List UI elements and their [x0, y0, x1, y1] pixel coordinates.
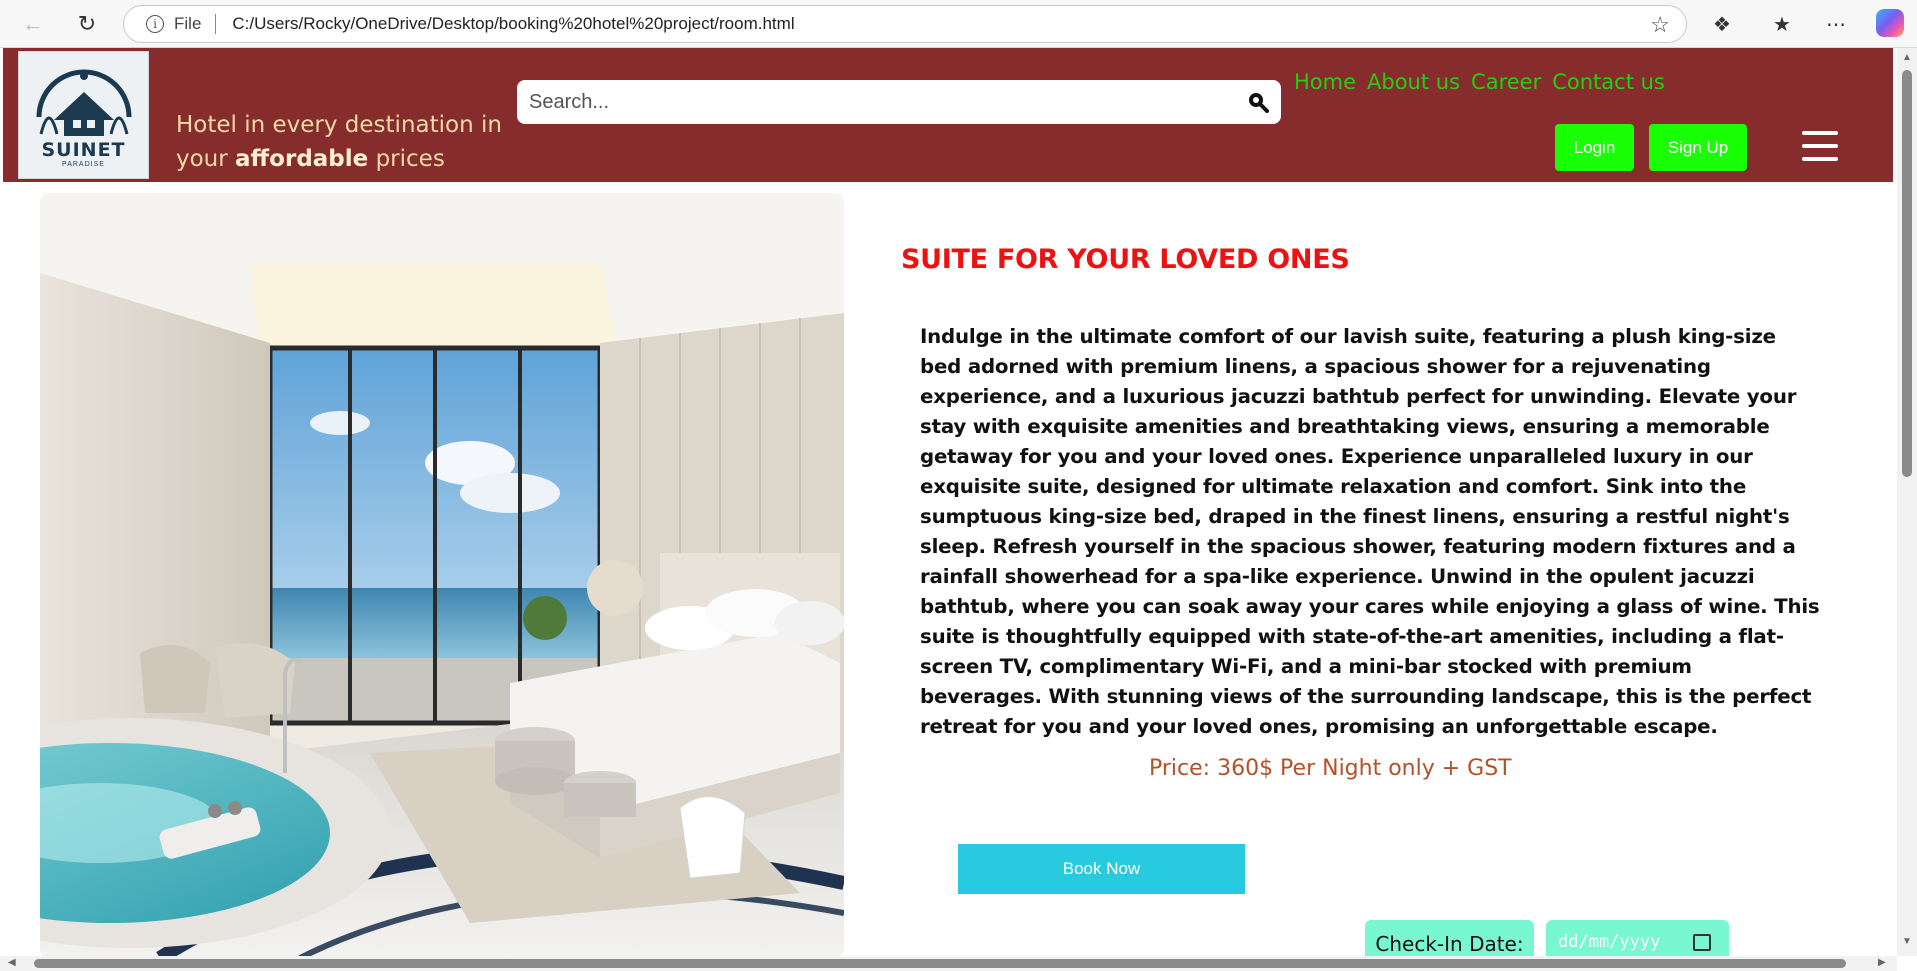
room-description: Indulge in the ultimate comfort of our l…: [920, 325, 1820, 738]
scroll-down-arrow-icon[interactable]: ▼: [1902, 936, 1912, 947]
reload-icon[interactable]: ↻: [71, 8, 103, 40]
more-menu-icon[interactable]: ⋯: [1819, 8, 1853, 40]
site-header: SUINET PARADISE Hotel in every destinati…: [3, 48, 1893, 182]
book-now-button[interactable]: Book Now: [958, 844, 1245, 894]
extensions-puzzle-icon[interactable]: ❖: [1705, 8, 1739, 40]
tagline-text-end: prices: [368, 146, 445, 172]
search-input[interactable]: [527, 89, 1227, 115]
hotel-logo-emblem-icon: [36, 69, 132, 136]
hamburger-menu-icon[interactable]: [1802, 131, 1838, 161]
favorites-list-icon[interactable]: ★: [1765, 8, 1799, 40]
hotel-logo[interactable]: SUINET PARADISE: [18, 51, 149, 179]
main-nav: Home About us Career Contact us: [1294, 70, 1665, 94]
horizontal-scroll-thumb[interactable]: [34, 959, 1846, 968]
scroll-left-arrow-icon[interactable]: ◀: [8, 957, 16, 968]
date-placeholder: dd/mm/yyyy: [1558, 932, 1661, 952]
address-bar[interactable]: i File C:/Users/Rocky/OneDrive/Desktop/b…: [123, 5, 1687, 43]
login-button[interactable]: Login: [1555, 124, 1634, 171]
search-icon[interactable]: [1247, 91, 1269, 113]
signup-button[interactable]: Sign Up: [1649, 124, 1747, 171]
site-info-icon[interactable]: i: [146, 15, 164, 33]
hotel-tagline: Hotel in every destination in your affor…: [176, 108, 516, 176]
favorite-star-icon[interactable]: ☆: [1650, 12, 1670, 38]
scroll-up-arrow-icon[interactable]: ▲: [1902, 52, 1912, 63]
page-viewport: SUINET PARADISE Hotel in every destinati…: [0, 48, 1897, 956]
logo-sub-text: PARADISE: [62, 161, 105, 168]
nav-career-link[interactable]: Career: [1471, 70, 1541, 94]
horizontal-scrollbar[interactable]: ◀ ▶: [0, 956, 1897, 971]
scroll-right-arrow-icon[interactable]: ▶: [1878, 957, 1886, 968]
room-title: SUITE FOR YOUR LOVED ONES: [901, 244, 1350, 275]
url-text[interactable]: C:/Users/Rocky/OneDrive/Desktop/booking%…: [232, 14, 794, 34]
tagline-emphasis: affordable: [235, 146, 369, 172]
browser-toolbar: ← ↻ i File C:/Users/Rocky/OneDrive/Deskt…: [0, 0, 1917, 48]
address-separator: [215, 14, 217, 34]
calendar-icon[interactable]: [1693, 934, 1711, 951]
search-box: [517, 80, 1281, 124]
file-scheme-label: File: [174, 14, 202, 33]
checkin-date-label: Check-In Date:: [1365, 920, 1534, 956]
room-photo: [40, 193, 844, 956]
vertical-scrollbar[interactable]: ▲ ▼: [1897, 48, 1917, 956]
back-arrow-icon[interactable]: ←: [17, 8, 49, 40]
nav-contact-link[interactable]: Contact us: [1552, 70, 1665, 94]
room-price: Price: 360$ Per Night only + GST: [1149, 756, 1512, 781]
logo-brand-text: SUINET: [41, 139, 126, 161]
copilot-icon[interactable]: [1876, 9, 1904, 37]
checkin-date-input[interactable]: dd/mm/yyyy: [1546, 920, 1729, 956]
suite-image: [40, 193, 844, 956]
nav-home-link[interactable]: Home: [1294, 70, 1356, 94]
nav-about-link[interactable]: About us: [1367, 70, 1460, 94]
vertical-scroll-thumb[interactable]: [1902, 70, 1912, 477]
